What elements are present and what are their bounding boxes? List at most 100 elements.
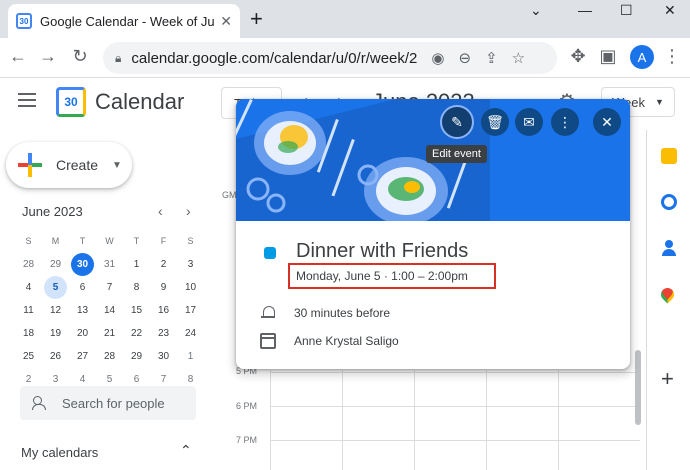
- day-cell[interactable]: 20: [69, 322, 96, 345]
- brand-name: Calendar: [95, 89, 185, 114]
- my-calendars-heading[interactable]: My calendars: [21, 445, 98, 460]
- share-icon[interactable]: ⇪: [485, 49, 498, 67]
- day-cell[interactable]: 10: [177, 276, 204, 299]
- day-column-line: [270, 370, 271, 470]
- day-column-line: [414, 370, 415, 470]
- day-cell[interactable]: 14: [96, 299, 123, 322]
- day-cell[interactable]: 23: [150, 322, 177, 345]
- hour-label: 7 PM: [236, 435, 258, 445]
- chevron-down-icon[interactable]: ⌄: [530, 2, 542, 19]
- day-cell[interactable]: 3: [177, 253, 204, 276]
- day-cell[interactable]: 8: [123, 276, 150, 299]
- grid-scrollbar[interactable]: [635, 350, 641, 425]
- weekday-label: W: [105, 236, 114, 246]
- hour-gridline: [270, 372, 640, 373]
- forward-arrow-icon[interactable]: →: [36, 46, 60, 67]
- weekday-label: T: [79, 236, 86, 246]
- tasks-icon[interactable]: [661, 194, 677, 210]
- day-cell[interactable]: 25: [15, 345, 42, 368]
- day-cell[interactable]: 1: [177, 345, 204, 368]
- browser-tab[interactable]: 30 Google Calendar - Week of June ✕: [8, 4, 240, 38]
- more-options-icon[interactable]: ⋮: [551, 108, 579, 136]
- chevron-up-icon[interactable]: ⌃: [180, 442, 192, 459]
- extensions-puzzle-icon[interactable]: ✥: [566, 46, 590, 67]
- day-cell[interactable]: 27: [69, 345, 96, 368]
- plus-icon: [18, 153, 42, 177]
- weekday-label: F: [160, 236, 167, 246]
- weekday-label: T: [133, 236, 140, 246]
- day-cell-selected[interactable]: 5: [42, 276, 69, 299]
- day-cell[interactable]: 11: [15, 299, 42, 322]
- day-cell[interactable]: 7: [96, 276, 123, 299]
- day-cell[interactable]: 17: [177, 299, 204, 322]
- day-cell[interactable]: 4: [15, 276, 42, 299]
- day-cell[interactable]: 24: [177, 322, 204, 345]
- day-cell[interactable]: 1: [123, 253, 150, 276]
- day-cell[interactable]: 19: [42, 322, 69, 345]
- day-column-line: [558, 370, 559, 470]
- calendar-favicon-icon: 30: [16, 13, 32, 29]
- reload-icon[interactable]: ↻: [68, 46, 92, 67]
- day-cell[interactable]: 29: [123, 345, 150, 368]
- day-cell[interactable]: 26: [42, 345, 69, 368]
- mini-calendar: June 2023 ‹ › S M T W T F S 28 29 30 31 …: [12, 203, 204, 385]
- search-people-input[interactable]: Search for people: [20, 386, 196, 420]
- delete-trash-icon[interactable]: 🗑︎: [481, 108, 509, 136]
- day-cell[interactable]: 29: [42, 253, 69, 276]
- get-addons-plus-icon[interactable]: +: [661, 368, 674, 390]
- maximize-icon[interactable]: ☐: [620, 2, 633, 19]
- event-organizer: Anne Krystal Saligo: [294, 334, 399, 348]
- day-cell[interactable]: 28: [96, 345, 123, 368]
- day-cell[interactable]: 22: [123, 322, 150, 345]
- search-people-placeholder: Search for people: [62, 395, 165, 411]
- more-vert-icon[interactable]: ⋮: [660, 46, 684, 67]
- keep-icon[interactable]: [661, 148, 677, 164]
- weekday-label: M: [51, 236, 60, 246]
- close-icon[interactable]: ✕: [593, 108, 621, 136]
- hour-gridline: [270, 406, 640, 407]
- lock-icon[interactable]: 🔒︎: [115, 51, 121, 66]
- day-cell[interactable]: 16: [150, 299, 177, 322]
- edit-event-pencil-icon[interactable]: ✎: [440, 105, 474, 139]
- day-cell-today[interactable]: 30: [69, 253, 96, 276]
- zoom-icon[interactable]: ⊖: [458, 49, 471, 67]
- mini-month-title: June 2023: [22, 204, 83, 219]
- day-cell[interactable]: 6: [69, 276, 96, 299]
- maps-pin-icon[interactable]: [658, 285, 677, 304]
- bookmark-star-icon[interactable]: ☆: [512, 49, 525, 67]
- day-cell[interactable]: 18: [15, 322, 42, 345]
- eye-icon[interactable]: ◉: [431, 49, 444, 67]
- day-cell[interactable]: 13: [69, 299, 96, 322]
- email-guests-icon[interactable]: ✉: [515, 108, 543, 136]
- contacts-icon[interactable]: [661, 240, 677, 256]
- hour-label: 6 PM: [236, 401, 258, 411]
- caret-down-icon: ▼: [655, 97, 664, 107]
- minimize-icon[interactable]: —: [578, 2, 592, 18]
- weekday-label: S: [187, 236, 194, 246]
- close-window-icon[interactable]: ✕: [664, 2, 676, 19]
- day-cell[interactable]: 9: [150, 276, 177, 299]
- main-menu-icon[interactable]: [18, 93, 36, 111]
- day-cell[interactable]: 12: [42, 299, 69, 322]
- day-cell[interactable]: 30: [150, 345, 177, 368]
- day-cell[interactable]: 21: [96, 322, 123, 345]
- tab-close-icon[interactable]: ✕: [220, 13, 232, 30]
- mini-next-icon[interactable]: ›: [186, 203, 191, 219]
- day-cell[interactable]: 2: [150, 253, 177, 276]
- back-arrow-icon[interactable]: ←: [6, 46, 30, 67]
- avatar[interactable]: A: [630, 45, 654, 69]
- new-tab-button[interactable]: +: [250, 8, 263, 30]
- browser-toolbar: ← → ↻ 🔒︎ calendar.google.com/calendar/u/…: [0, 38, 690, 78]
- caret-down-icon: ▼: [112, 159, 122, 171]
- address-bar[interactable]: 🔒︎ calendar.google.com/calendar/u/0/r/we…: [103, 42, 557, 74]
- side-panel-icon[interactable]: ▣: [596, 46, 620, 67]
- event-reminder-row: 30 minutes before: [260, 305, 390, 321]
- create-button[interactable]: Create ▼: [6, 142, 132, 188]
- side-panel: +: [646, 130, 690, 470]
- url-text[interactable]: calendar.google.com/calendar/u/0/r/week/…: [131, 50, 417, 67]
- weekday-label: S: [25, 236, 32, 246]
- day-cell[interactable]: 28: [15, 253, 42, 276]
- day-cell[interactable]: 15: [123, 299, 150, 322]
- mini-prev-icon[interactable]: ‹: [158, 203, 163, 219]
- day-cell[interactable]: 31: [96, 253, 123, 276]
